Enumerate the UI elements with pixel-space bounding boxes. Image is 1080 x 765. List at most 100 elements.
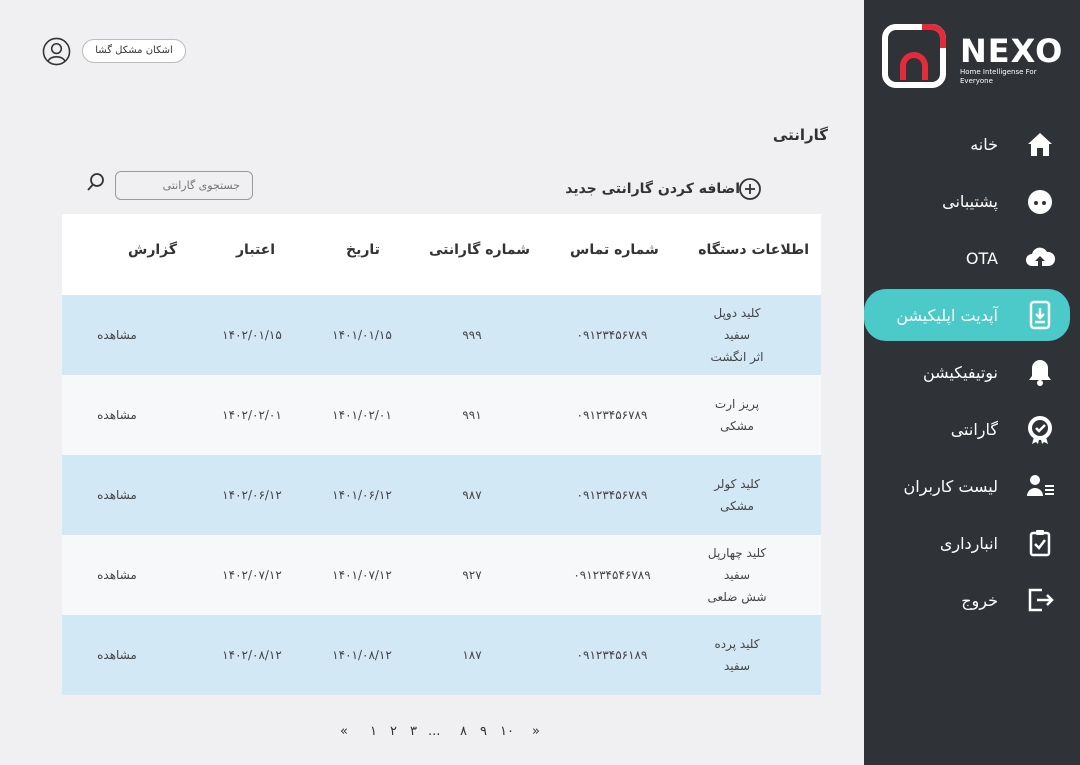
sidebar-item-ota[interactable]: OTA xyxy=(864,232,1080,284)
sidebar-item-label: OTA xyxy=(965,248,998,268)
device-type: شش ضلعی xyxy=(707,590,767,604)
sidebar-item-label: گارانتی xyxy=(950,419,998,439)
sidebar-item-label: لیست کاربران xyxy=(903,476,998,496)
warranty-number-cell: ۱۸۷ xyxy=(462,648,482,662)
date-cell: ۱۴۰۱/۰۷/۱۲ xyxy=(332,568,392,582)
view-report-link[interactable]: مشاهده xyxy=(92,375,142,455)
date-cell: ۱۴۰۱/۰۲/۰۱ xyxy=(332,408,392,422)
sidebar-item-home[interactable]: خانه xyxy=(864,118,1080,170)
add-warranty-label: اضافه کردن گارانتی جدید xyxy=(565,181,740,197)
pagination-page[interactable]: ۹ xyxy=(480,724,487,739)
validity-cell: ۱۴۰۲/۰۶/۱۲ xyxy=(222,488,282,502)
warranty-number-cell: ۹۲۷ xyxy=(462,568,482,582)
device-info: پریز ارت مشکی xyxy=(687,375,787,455)
column-header-report: گزارش xyxy=(128,242,178,258)
pagination-page[interactable]: ۲ xyxy=(390,724,397,739)
view-report-link[interactable]: مشاهده xyxy=(92,295,142,375)
date-cell: ۱۴۰۱/۰۸/۱۲ xyxy=(332,648,392,662)
pagination-page[interactable]: ۱ xyxy=(370,724,377,739)
pagination-ellipsis: ... xyxy=(428,724,441,739)
device-color: سفید xyxy=(723,568,751,582)
phone-cell: ۰۹۱۲۳۴۵۶۷۸۹ xyxy=(576,488,648,502)
warranty-number-cell: ۹۹۱ xyxy=(462,408,482,422)
sidebar-item-label: خانه xyxy=(970,134,998,154)
plus-circle-icon xyxy=(739,178,761,200)
phone-download-icon xyxy=(1029,300,1051,330)
validity-cell: ۱۴۰۲/۰۱/۱۵ xyxy=(222,328,282,342)
bell-icon xyxy=(1029,360,1051,386)
view-report-link[interactable]: مشاهده xyxy=(92,535,142,615)
device-color: سفید xyxy=(723,659,751,673)
sidebar-item-label: آپدیت اپلیکیشن xyxy=(896,305,998,325)
phone-cell: ۰۹۱۲۳۴۵۶۱۸۹ xyxy=(576,648,648,662)
device-name: کلید چهارپل xyxy=(707,546,767,560)
search-input[interactable] xyxy=(115,171,253,200)
table-row: کلید دوپل سفید اثر انگشت ۰۹۱۲۳۴۵۶۷۸۹ ۹۹۹… xyxy=(62,295,821,375)
sidebar-item-label: نوتیفیکیشن xyxy=(922,362,998,382)
brand-tagline: Home Intelligense For Everyone xyxy=(960,68,1037,85)
view-report-link[interactable]: مشاهده xyxy=(92,455,142,535)
date-cell: ۱۴۰۱/۰۱/۱۵ xyxy=(332,328,392,342)
nexo-logo-icon xyxy=(882,24,946,88)
pagination-page[interactable]: ۱۰ xyxy=(500,724,514,739)
sidebar-item-label: انبارداری xyxy=(939,533,998,553)
sidebar-item-label: پشتیبانی xyxy=(942,191,998,211)
column-header-phone: شماره تماس xyxy=(570,242,659,258)
add-warranty-button[interactable]: اضافه کردن گارانتی جدید xyxy=(556,175,762,203)
validity-cell: ۱۴۰۲/۰۲/۰۱ xyxy=(222,408,282,422)
sidebar-item-warranty[interactable]: گارانتی xyxy=(864,403,1080,455)
sidebar-item-inventory[interactable]: انبارداری xyxy=(864,517,1080,569)
sidebar-item-support[interactable]: پشتیبانی xyxy=(864,175,1080,227)
device-color: سفید xyxy=(723,328,751,342)
support-icon xyxy=(1028,190,1052,214)
date-cell: ۱۴۰۱/۰۶/۱۲ xyxy=(332,488,392,502)
sidebar-nav: خانه پشتیبانی OTA آپدیت اپلیکیشن نوتیفیک… xyxy=(864,118,1080,631)
sidebar: NEXO Home Intelligense For Everyone خانه… xyxy=(864,0,1080,765)
user-avatar-icon[interactable] xyxy=(42,37,71,66)
pagination-page[interactable]: ۸ xyxy=(460,724,467,739)
table-row: کلید کولر مشکی ۰۹۱۲۳۴۵۶۷۸۹ ۹۸۷ ۱۴۰۱/۰۶/۱… xyxy=(62,455,821,535)
column-header-warranty-number: شماره گارانتی xyxy=(429,242,531,258)
sidebar-item-logout[interactable]: خروج xyxy=(864,574,1080,626)
device-info: کلید کولر مشکی xyxy=(687,455,787,535)
sidebar-item-label: خروج xyxy=(961,590,998,610)
sidebar-item-users[interactable]: لیست کاربران xyxy=(864,460,1080,512)
column-header-date: تاریخ xyxy=(346,242,380,258)
warranty-number-cell: ۹۹۹ xyxy=(462,328,482,342)
table-row: کلید چهارپل سفید شش ضلعی ۰۹۱۲۳۴۵۴۶۷۸۹ ۹۲… xyxy=(62,535,821,615)
badge-check-icon xyxy=(1028,416,1052,444)
device-name: کلید دوپل xyxy=(713,306,761,320)
pagination-first[interactable]: « xyxy=(340,724,348,739)
pagination-last[interactable]: » xyxy=(532,724,540,739)
validity-cell: ۱۴۰۲/۰۷/۱۲ xyxy=(222,568,282,582)
search-icon[interactable] xyxy=(85,171,107,193)
clipboard-check-icon xyxy=(1029,530,1051,557)
column-header-validity: اعتبار xyxy=(236,242,276,258)
validity-cell: ۱۴۰۲/۰۸/۱۲ xyxy=(222,648,282,662)
warranty-table: اطلاعات دستگاه شماره تماس شماره گارانتی … xyxy=(62,214,821,695)
table-row: پریز ارت مشکی ۰۹۱۲۳۴۵۶۷۸۹ ۹۹۱ ۱۴۰۱/۰۲/۰۱… xyxy=(62,375,821,455)
phone-cell: ۰۹۱۲۳۴۵۶۷۸۹ xyxy=(576,408,648,422)
pagination: « ۱ ۲ ۳ ... ۸ ۹ ۱۰ » xyxy=(340,724,546,746)
logout-icon xyxy=(1028,588,1054,612)
brand-logo: NEXO Home Intelligense For Everyone xyxy=(864,0,1080,100)
device-type: اثر انگشت xyxy=(710,350,764,364)
sidebar-item-app-update[interactable]: آپدیت اپلیکیشن xyxy=(864,289,1070,341)
device-info: کلید دوپل سفید اثر انگشت xyxy=(687,295,787,375)
troubleshooter-button[interactable]: اشکان مشکل گشا xyxy=(82,39,186,63)
device-color: مشکی xyxy=(720,499,754,513)
device-name: پریز ارت xyxy=(714,397,760,411)
device-name: کلید کولر xyxy=(714,477,760,491)
column-header-device: اطلاعات دستگاه xyxy=(698,242,809,258)
view-report-link[interactable]: مشاهده xyxy=(92,615,142,695)
device-info: کلید پرده سفید xyxy=(687,615,787,695)
device-info: کلید چهارپل سفید شش ضلعی xyxy=(687,535,787,615)
cloud-upload-icon xyxy=(1026,247,1056,266)
device-name: کلید پرده xyxy=(714,637,760,651)
sidebar-item-notification[interactable]: نوتیفیکیشن xyxy=(864,346,1080,398)
brand-name: NEXO xyxy=(960,32,1064,70)
pagination-page[interactable]: ۳ xyxy=(410,724,417,739)
table-header: اطلاعات دستگاه شماره تماس شماره گارانتی … xyxy=(62,214,821,295)
device-color: مشکی xyxy=(720,419,754,433)
phone-cell: ۰۹۱۲۳۴۵۶۷۸۹ xyxy=(576,328,648,342)
